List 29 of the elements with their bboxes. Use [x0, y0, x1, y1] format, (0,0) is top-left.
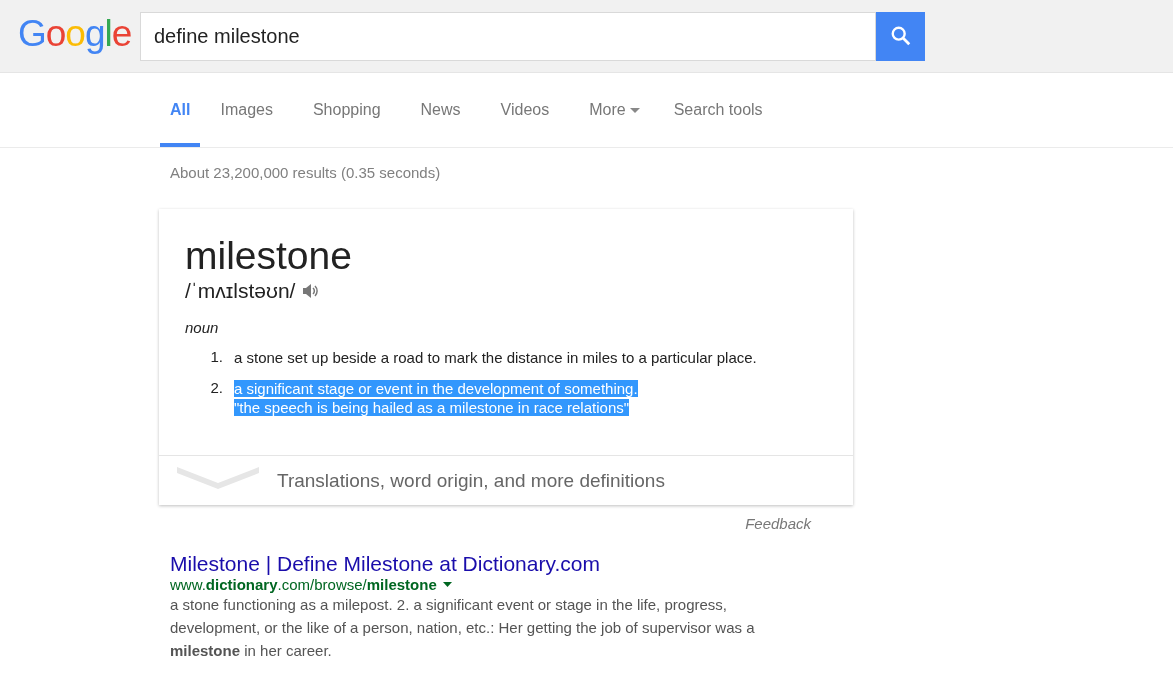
- speaker-icon[interactable]: [301, 282, 320, 300]
- more-definitions-button[interactable]: Translations, word origin, and more definitions: [159, 455, 853, 505]
- nav-tab[interactable]: Shopping: [302, 73, 391, 147]
- result-snippet: a stone functioning as a milepost. 2. a significant event or stage in the life, progress, development, or the like of a person, nation, etc.: Her getting the job of supervisor was a milestone in her career.: [170, 595, 756, 661]
- logo[interactable]: Google: [0, 13, 140, 55]
- example-sentence: "the speech is being hailed as a milestone in race relations": [234, 399, 630, 416]
- result-title[interactable]: Milestone | Define Milestone at Dictionary.com: [170, 552, 600, 576]
- pronunciation: /ˈmʌɪlstəʊn/: [185, 279, 296, 303]
- nav-tab[interactable]: Images: [210, 73, 283, 147]
- sense-number: 1.: [209, 348, 224, 367]
- definition-text: a significant stage or event in the development of something.: [234, 380, 638, 397]
- result-url: www.dictionary.com/browse/milestone: [170, 576, 437, 593]
- nav-tab[interactable]: More: [579, 73, 650, 147]
- more-definitions-label: Translations, word origin, and more definitions: [277, 469, 665, 492]
- result-stats: About 23,200,000 results (0.35 seconds): [170, 164, 442, 181]
- search-icon: [889, 25, 912, 47]
- nav-tab[interactable]: Videos: [490, 73, 560, 147]
- caret-icon[interactable]: [442, 582, 452, 587]
- nav-tab[interactable]: All: [160, 73, 201, 147]
- caret-icon: [629, 107, 640, 113]
- search-field[interactable]: define milestone: [140, 11, 876, 61]
- sense-number: 2.: [209, 379, 224, 398]
- feedback-link[interactable]: Feedback: [0, 515, 811, 532]
- definition-text: a stone set up beside a road to mark the distance in miles to a particular place.: [234, 349, 757, 366]
- part-of-speech: noun: [185, 319, 220, 336]
- nav-tab[interactable]: Search tools: [663, 73, 773, 147]
- nav-tab[interactable]: News: [410, 73, 471, 147]
- definition-word: milestone: [185, 233, 353, 279]
- search-button[interactable]: [876, 11, 925, 61]
